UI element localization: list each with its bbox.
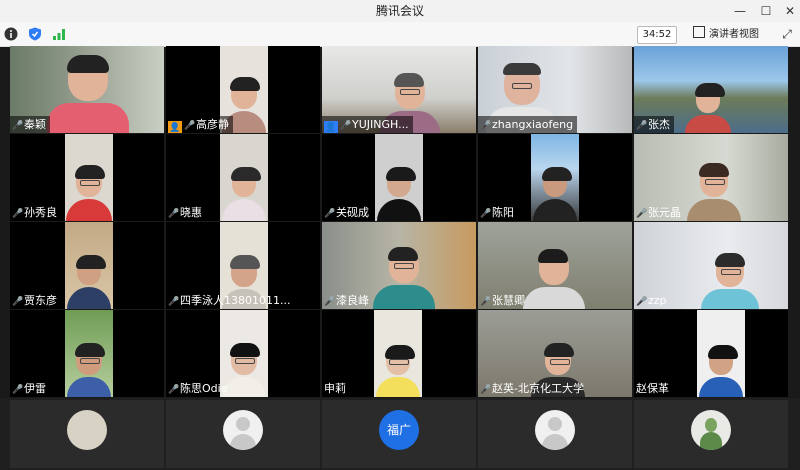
mic-muted-icon: 🎤 bbox=[12, 121, 24, 131]
participant-name: 🎤漆良峰 bbox=[322, 292, 373, 309]
window-title: 腾讯会议 bbox=[375, 4, 424, 18]
mic-on-icon: 🎤 bbox=[480, 385, 492, 395]
user-icon: 👤 bbox=[324, 121, 338, 133]
participant-tile[interactable]: 🎤张杰 bbox=[634, 46, 788, 133]
mic-muted-icon: 🎤 bbox=[168, 297, 180, 307]
participant-video bbox=[697, 310, 745, 397]
audio-participant-tile[interactable] bbox=[634, 400, 788, 468]
mic-muted-icon: 🎤 bbox=[12, 385, 24, 395]
participant-name: 🎤晓惠 bbox=[166, 204, 206, 221]
participant-tile[interactable]: 🎤zzp bbox=[634, 222, 788, 309]
speaker-view-icon bbox=[693, 26, 705, 38]
speaker-view-button[interactable]: 演讲者视图 bbox=[693, 26, 759, 42]
participant-name: 🎤四季泳人13801011... bbox=[166, 292, 294, 309]
participant-tile[interactable]: 🎤赵英-北京化工大学 bbox=[478, 310, 632, 397]
info-icon[interactable] bbox=[4, 27, 18, 41]
participant-name: 🎤张杰 bbox=[634, 116, 674, 133]
mic-muted-icon: 🎤 bbox=[636, 209, 648, 219]
meeting-toolbar: 34:52 演讲者视图 ⤢ bbox=[0, 22, 800, 47]
close-button[interactable]: ✕ bbox=[778, 0, 800, 22]
participant-video bbox=[374, 310, 422, 397]
participant-name: 🎤张慧卿 bbox=[478, 292, 529, 309]
user-icon: 👤 bbox=[168, 121, 182, 133]
default-avatar-icon bbox=[223, 410, 263, 450]
participant-tile[interactable]: 🎤秦颖 bbox=[10, 46, 164, 133]
participant-video bbox=[531, 134, 579, 221]
participant-name: 🎤伊雷 bbox=[10, 380, 50, 397]
participant-name: 🎤赵英-北京化工大学 bbox=[478, 380, 588, 397]
participant-tile[interactable]: 🎤孙秀良 bbox=[10, 134, 164, 221]
participant-name: 🎤陈思Odie bbox=[166, 380, 231, 397]
audio-participant-tile[interactable] bbox=[478, 400, 632, 468]
participant-name: 👤 🎤高彦静 bbox=[166, 116, 233, 133]
participant-name: 🎤关砚成 bbox=[322, 204, 373, 221]
mic-muted-icon: 🎤 bbox=[324, 209, 336, 219]
participant-name: 🎤陈阳 bbox=[478, 204, 518, 221]
avatar: 福广 bbox=[379, 410, 419, 450]
participant-tile[interactable]: 申莉 bbox=[322, 310, 476, 397]
participant-name: 🎤贾东彦 bbox=[10, 292, 61, 309]
participant-tile[interactable]: 🎤伊雷 bbox=[10, 310, 164, 397]
meeting-timer: 34:52 bbox=[637, 26, 677, 44]
participant-tile[interactable]: 🎤陈思Odie bbox=[166, 310, 320, 397]
mic-on-icon: 🎤 bbox=[480, 121, 492, 131]
participant-name: 🎤孙秀良 bbox=[10, 204, 61, 221]
participant-name: 赵保革 bbox=[636, 382, 669, 395]
participant-video bbox=[65, 310, 113, 397]
participant-tile[interactable]: 🎤张元晶 bbox=[634, 134, 788, 221]
participant-tile[interactable]: 🎤陈阳 bbox=[478, 134, 632, 221]
maximize-button[interactable]: ☐ bbox=[754, 0, 778, 22]
participant-tile[interactable]: 🎤漆良峰 bbox=[322, 222, 476, 309]
mic-muted-icon: 🎤 bbox=[636, 297, 648, 307]
participant-name: 🎤zzp bbox=[634, 292, 671, 309]
fullscreen-icon[interactable]: ⤢ bbox=[780, 26, 794, 42]
avatar bbox=[67, 410, 107, 450]
mic-muted-icon: 🎤 bbox=[480, 297, 492, 307]
mic-muted-icon: 🎤 bbox=[168, 385, 180, 395]
mic-muted-icon: 🎤 bbox=[12, 297, 24, 307]
audio-participant-tile[interactable] bbox=[10, 400, 164, 468]
mic-muted-icon: 🎤 bbox=[480, 209, 492, 219]
participant-tile[interactable]: 🎤四季泳人13801011... bbox=[166, 222, 320, 309]
avatar bbox=[691, 410, 731, 450]
window-titlebar: 腾讯会议 — ☐ ✕ bbox=[0, 0, 800, 22]
participant-name: 👤 🎤YUJINGH... bbox=[322, 116, 413, 133]
mic-muted-icon: 🎤 bbox=[324, 297, 336, 307]
speaker-view-label: 演讲者视图 bbox=[709, 29, 759, 40]
participant-tile[interactable]: 🎤关砚成 bbox=[322, 134, 476, 221]
mic-muted-icon: 🎤 bbox=[12, 209, 24, 219]
participant-name: 🎤zhangxiaofeng bbox=[478, 116, 578, 133]
audio-participant-tile[interactable] bbox=[166, 400, 320, 468]
participant-tile[interactable]: 🎤晓惠 bbox=[166, 134, 320, 221]
mic-muted-icon: 🎤 bbox=[184, 121, 196, 131]
shield-icon[interactable] bbox=[28, 27, 42, 41]
participant-video bbox=[65, 134, 113, 221]
participant-name: 申莉 bbox=[324, 382, 346, 395]
participant-name: 🎤张元晶 bbox=[634, 204, 685, 221]
mic-muted-icon: 🎤 bbox=[636, 121, 648, 131]
audio-participant-tile[interactable]: 福广 bbox=[322, 400, 476, 468]
participant-video bbox=[375, 134, 423, 221]
participant-tile[interactable]: 🎤张慧卿 bbox=[478, 222, 632, 309]
participant-tile[interactable]: 赵保革 bbox=[634, 310, 788, 397]
participant-video bbox=[220, 134, 268, 221]
audio-only-row: 福广 bbox=[0, 398, 800, 470]
participant-tile[interactable]: 🎤贾东彦 bbox=[10, 222, 164, 309]
default-avatar-icon bbox=[535, 410, 575, 450]
participant-video bbox=[65, 222, 113, 309]
minimize-button[interactable]: — bbox=[728, 0, 752, 22]
mic-muted-icon: 🎤 bbox=[168, 209, 180, 219]
participant-tile[interactable]: 👤 🎤高彦静 bbox=[166, 46, 320, 133]
participant-tile[interactable]: 👤 🎤YUJINGH... bbox=[322, 46, 476, 133]
video-grid: 🎤秦颖 👤 🎤高彦静 👤 🎤YUJINGH... 🎤zhangxiaofeng 🎤张… bbox=[10, 46, 790, 398]
mic-muted-icon: 🎤 bbox=[340, 121, 352, 131]
signal-icon[interactable] bbox=[52, 27, 66, 41]
participant-tile[interactable]: 🎤zhangxiaofeng bbox=[478, 46, 632, 133]
participant-name: 🎤秦颖 bbox=[10, 116, 50, 133]
